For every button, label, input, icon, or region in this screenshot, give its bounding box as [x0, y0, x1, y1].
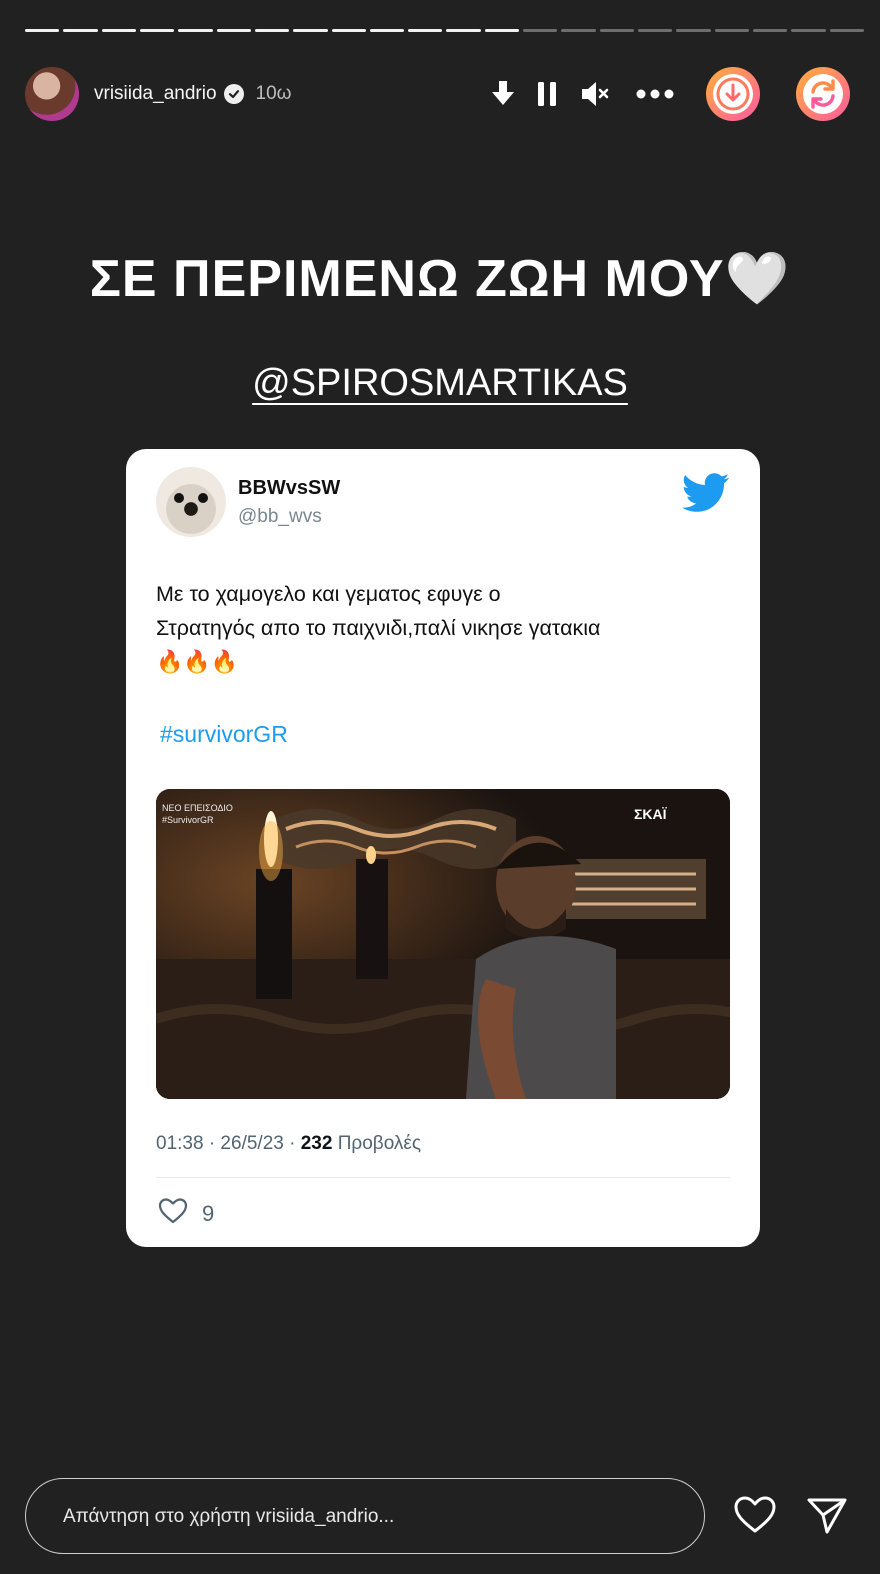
tweet-hashtag[interactable]: #survivorGR	[160, 721, 288, 748]
tweet-display-name: BBWvsSW	[238, 477, 341, 499]
progress-segment	[178, 29, 213, 32]
tweet-media[interactable]: ΝΕΟ ΕΠΕΙΣΟΔΙΟ #SurvivorGR ΣΚΑΪ	[156, 789, 730, 1099]
heart-icon[interactable]	[733, 1495, 777, 1540]
channel-logo: ΣΚΑΪ	[634, 806, 668, 822]
progress-segment	[331, 29, 366, 32]
progress-segment	[714, 29, 749, 32]
progress-segment	[561, 29, 596, 32]
tweet-avatar	[156, 467, 226, 537]
send-icon[interactable]	[806, 1495, 848, 1540]
mention-sticker[interactable]: @SPIROSMARTIKAS	[0, 362, 880, 405]
story-controls	[468, 67, 850, 121]
like-count: 9	[202, 1201, 215, 1226]
progress-segment	[63, 29, 98, 32]
time-ago: 10ω	[255, 83, 292, 104]
progress-segment	[216, 29, 251, 32]
media-overlay-label: ΝΕΟ ΕΠΕΙΣΟΔΙΟ	[162, 803, 233, 813]
twitter-bird-icon	[681, 473, 730, 518]
views-label: Προβολές	[332, 1133, 422, 1154]
mute-icon[interactable]	[580, 80, 610, 108]
progress-segment	[408, 29, 443, 32]
progress-segment	[484, 29, 520, 32]
tweet-meta: 01:38 · 26/5/23 · 232 Προβολές	[156, 1133, 421, 1155]
story-headline: ΣΕ ΠΕΡΙΜΕΝΩ ΖΩΗ ΜΟΥ🤍	[89, 250, 791, 308]
tweet-card[interactable]: BBWvsSW @bb_wvs Με το χαμογελο και γεματ…	[126, 449, 760, 1247]
story-header: vrisiida_andrio 10ω	[25, 66, 850, 122]
progress-segment	[369, 29, 405, 32]
tweet-text-line: Με το χαμογελο και γεματος εφυγε ο	[156, 582, 501, 606]
username[interactable]: vrisiida_andrio	[94, 83, 217, 105]
tweet-handle: @bb_wvs	[238, 506, 322, 527]
media-image: ΝΕΟ ΕΠΕΙΣΟΔΙΟ #SurvivorGR ΣΚΑΪ	[156, 789, 730, 1099]
tweet-text: Με το χαμογελο και γεματος εφυγε ο Στρατ…	[156, 577, 736, 679]
tweet-likes: 9	[158, 1197, 214, 1231]
progress-segment	[791, 29, 826, 32]
progress-segment	[293, 29, 328, 32]
avatar[interactable]	[25, 67, 79, 121]
progress-segment	[101, 29, 136, 32]
progress-segment	[446, 29, 481, 32]
divider	[156, 1177, 730, 1178]
story-progress-bar	[25, 29, 864, 33]
views-count: 232	[300, 1133, 333, 1154]
heart-icon	[158, 1197, 188, 1231]
progress-segment	[638, 29, 673, 32]
reply-field-container	[25, 1478, 705, 1554]
flame-emojis: 🔥🔥🔥	[156, 649, 239, 674]
tweet-text-line: Στρατηγός απο το παιχνιδι,παλί νικησε γα…	[156, 616, 601, 640]
reply-input[interactable]	[61, 1479, 675, 1554]
progress-segment	[599, 29, 634, 32]
progress-segment	[829, 29, 864, 32]
download-circle-icon[interactable]	[706, 67, 760, 121]
progress-segment	[25, 29, 60, 32]
repost-circle-icon[interactable]	[796, 67, 850, 121]
tweet-header: BBWvsSW @bb_wvs	[156, 467, 730, 537]
pause-icon[interactable]	[536, 80, 558, 108]
more-icon[interactable]	[636, 89, 674, 99]
progress-segment	[752, 29, 788, 32]
progress-segment	[254, 29, 290, 32]
download-arrow-icon[interactable]	[490, 79, 516, 109]
mention-text[interactable]: @SPIROSMARTIKAS	[252, 362, 628, 404]
progress-segment	[139, 29, 175, 32]
tweet-timestamp: 01:38 · 26/5/23 ·	[156, 1133, 301, 1154]
verified-icon	[223, 84, 244, 104]
progress-segment	[676, 29, 711, 32]
media-overlay-hashtag: #SurvivorGR	[162, 815, 214, 825]
progress-segment	[523, 29, 558, 32]
